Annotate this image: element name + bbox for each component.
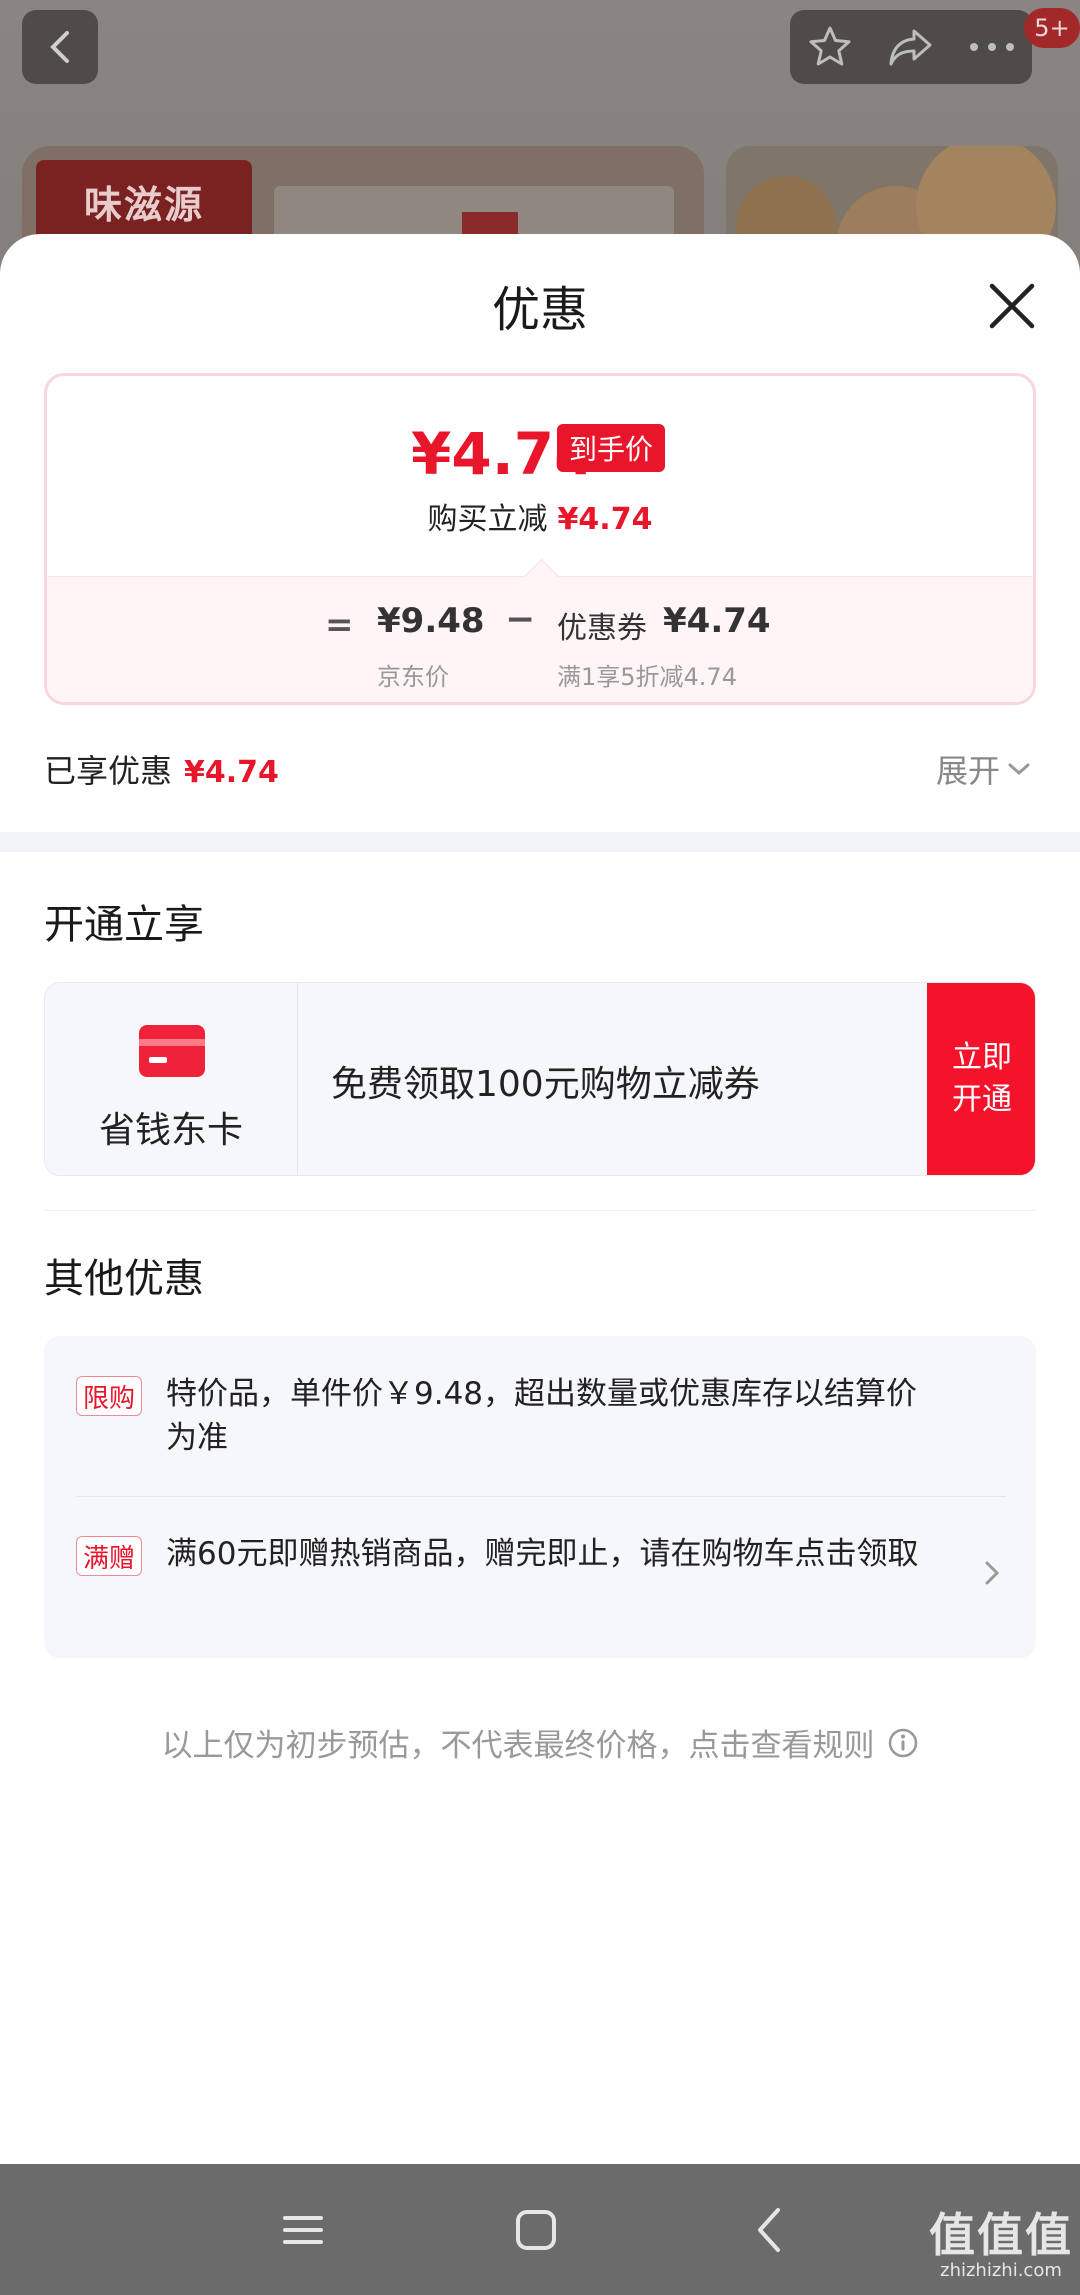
- section-divider: [0, 832, 1080, 852]
- watermark-logo: 值值值 zhizhizhi.com: [929, 2208, 1073, 2281]
- enjoyed-label: 已享优惠: [44, 752, 173, 790]
- share-icon[interactable]: [886, 25, 936, 69]
- activate-button-label: 立即开通: [952, 1040, 1012, 1117]
- sheet-title: 优惠: [491, 282, 588, 338]
- reduce-label: 购买立减: [427, 502, 548, 537]
- back-icon: [50, 31, 69, 63]
- more-icon[interactable]: [968, 41, 1016, 53]
- info-icon: [888, 1728, 917, 1757]
- chevron-down-icon: [1008, 763, 1030, 776]
- notification-badge: 5+: [1024, 8, 1080, 48]
- reduce-line: 购买立减 ¥4.74: [47, 494, 1033, 538]
- membership-section-title: 开通立享: [44, 902, 204, 948]
- other-promos-box: 限购 特价品，单件价￥9.48，超出数量或优惠库存以结算价为准 满赠 满60元即…: [44, 1336, 1036, 1658]
- activate-button[interactable]: 立即开通: [927, 983, 1035, 1175]
- menu-icon[interactable]: [273, 2200, 333, 2260]
- price-summary-box: ¥4.74 到手价 购买立减 ¥4.74 = ¥9.48 京东价 − 优惠券 ¥4…: [44, 373, 1036, 705]
- price-breakdown: = ¥9.48 京东价 − 优惠券 ¥4.74 满1享5折减4.74: [47, 558, 1033, 702]
- brand-logo: 味滋源: [36, 160, 252, 242]
- membership-card-name: 省钱东卡: [98, 1110, 243, 1151]
- promo-item-gift[interactable]: 满赠 满60元即赠热销商品，赠完即止，请在购物车点击领取: [76, 1532, 1006, 1628]
- back-button[interactable]: [22, 10, 98, 84]
- divider-line: [44, 1210, 1036, 1211]
- promo-divider: [76, 1496, 1006, 1497]
- coupon-amount: ¥4.74: [663, 601, 771, 641]
- promo-text: 满60元即赠热销商品，赠完即止，请在购物车点击领取: [166, 1536, 919, 1572]
- star-icon[interactable]: [806, 23, 854, 71]
- coupon-rule: 满1享5折减4.74: [557, 663, 737, 691]
- coupon-label: 优惠券: [557, 611, 647, 646]
- final-price-tag: 到手价: [557, 424, 666, 472]
- nav-back-icon[interactable]: [740, 2200, 800, 2260]
- expand-label: 展开: [936, 752, 1001, 790]
- membership-card[interactable]: 省钱东卡 免费领取100元购物立减券 立即开通: [44, 982, 1036, 1176]
- jd-price-label: 京东价: [377, 663, 449, 691]
- promo-tag: 限购: [76, 1376, 143, 1416]
- enjoyed-discount: 已享优惠 ¥4.74: [44, 746, 279, 792]
- card-icon: [139, 1025, 205, 1077]
- enjoyed-amount: ¥4.74: [184, 755, 279, 790]
- expand-button[interactable]: 展开: [936, 746, 1032, 792]
- rules-footnote[interactable]: 以上仅为初步预估，不代表最终价格，点击查看规则: [0, 1720, 1080, 1765]
- reduce-amount: ¥4.74: [557, 502, 653, 537]
- chevron-right-icon[interactable]: [982, 1558, 1002, 1588]
- close-icon[interactable]: [984, 278, 1040, 334]
- other-section-title: 其他优惠: [44, 1256, 204, 1302]
- jd-price: ¥9.48: [377, 601, 485, 641]
- minus-sign: −: [505, 599, 536, 640]
- footnote-text: 以上仅为初步预估，不代表最终价格，点击查看规则: [161, 1728, 875, 1764]
- promo-tag: 满赠: [76, 1536, 143, 1576]
- system-nav-bar: [0, 2164, 1080, 2295]
- home-icon[interactable]: [506, 2200, 566, 2260]
- discount-sheet: 优惠 ¥4.74 到手价 购买立减 ¥4.74 = ¥9.48 京东价 − 优惠券…: [0, 234, 1080, 2164]
- equals-sign: =: [325, 605, 354, 645]
- promo-text: 特价品，单件价￥9.48，超出数量或优惠库存以结算价为准: [166, 1376, 918, 1456]
- membership-offer: 免费领取100元购物立减券: [331, 1064, 760, 1105]
- top-actions: [790, 10, 1032, 84]
